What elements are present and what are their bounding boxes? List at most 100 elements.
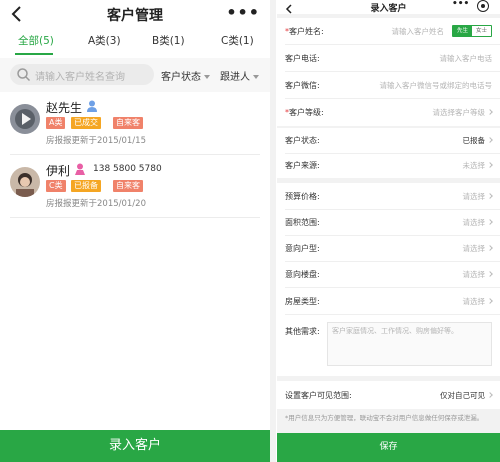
name-field[interactable]: 请输入客户姓名 <box>392 26 445 37</box>
top-nav-bar: 客户管理 ••• <box>0 0 270 30</box>
more-dots-icon[interactable]: ••• <box>226 3 260 22</box>
house-type-row[interactable]: 房屋类型: 请选择 <box>277 288 500 315</box>
customer-name: 伊利 <box>46 164 71 178</box>
search-placeholder: 请输入客户姓名查询 <box>35 72 125 83</box>
customer-phone: 138 5800 5780 <box>93 164 162 174</box>
budget-row[interactable]: 预算价格: 请选择 <box>277 183 500 210</box>
level-select[interactable]: 请选择客户等级 <box>433 107 493 118</box>
chevron-right-icon <box>487 245 493 251</box>
status-badge: 已成交 <box>71 117 101 129</box>
name-row: *客户姓名: 请输入客户姓名 先生 女士 <box>277 18 500 45</box>
follower-filter-dropdown[interactable]: 跟进人 <box>220 68 259 83</box>
tab-all[interactable]: 全部(5) <box>18 33 54 48</box>
layout-select[interactable]: 请选择 <box>463 243 493 254</box>
divider <box>10 217 260 218</box>
house-type-select[interactable]: 请选择 <box>463 296 493 307</box>
phone-field[interactable]: 请输入客户电话 <box>440 53 493 64</box>
status-label: 客户状态: <box>285 136 320 145</box>
other-needs-textarea[interactable]: 客户家庭情况、工作情况、购房偏好等。 <box>327 322 492 366</box>
budget-label: 预算价格: <box>285 192 320 201</box>
chevron-right-icon <box>487 298 493 304</box>
phone-row: 客户电话: 请输入客户电话 <box>277 45 500 72</box>
chevron-right-icon <box>487 392 493 398</box>
property-row[interactable]: 意向楼盘: 请选择 <box>277 261 500 288</box>
layout-row[interactable]: 意向户型: 请选择 <box>277 235 500 262</box>
avatar-image <box>10 104 40 134</box>
name-label: *客户姓名: <box>285 27 324 36</box>
search-input[interactable]: 请输入客户姓名查询 <box>10 64 154 85</box>
tab-class-c[interactable]: C类(1) <box>221 33 254 48</box>
add-customer-button[interactable]: 录入客户 <box>0 430 270 462</box>
area-label: 面积范围: <box>285 218 320 227</box>
status-row[interactable]: 客户状态: 已报备 <box>277 127 500 154</box>
status-select[interactable]: 已报备 <box>463 135 493 146</box>
gender-male-option[interactable]: 先生 <box>453 26 472 36</box>
customer-card[interactable]: 赵先生 A类 已成交 自来客 房报报更新于2015/01/15 <box>0 93 270 155</box>
update-date: 房报报更新于2015/01/20 <box>46 199 146 209</box>
chevron-right-icon <box>487 137 493 143</box>
other-needs-label: 其他需求: <box>285 327 320 336</box>
level-row[interactable]: *客户等级: 请选择客户等级 <box>277 99 500 126</box>
category-tabs: 全部(5) A类(3) B类(1) C类(1) <box>0 33 270 55</box>
status-filter-dropdown[interactable]: 客户状态 <box>161 68 210 83</box>
area-select[interactable]: 请选择 <box>463 217 493 228</box>
filter-bar: 请输入客户姓名查询 客户状态 跟进人 <box>0 58 270 92</box>
male-icon <box>87 100 97 112</box>
visibility-select[interactable]: 仅对自己可见 <box>440 390 493 401</box>
avatar <box>10 167 40 197</box>
top-nav-bar: 录入客户 ••• <box>277 0 500 14</box>
source-select[interactable]: 未选择 <box>463 160 493 171</box>
source-label: 客户来源: <box>285 161 320 170</box>
source-badge: 自来客 <box>113 117 143 129</box>
source-badge: 自来客 <box>113 180 143 192</box>
female-icon <box>75 163 85 175</box>
status-badge: 已报备 <box>71 180 101 192</box>
level-label: *客户等级: <box>285 108 324 117</box>
app-root: 客户管理 ••• 全部(5) A类(3) B类(1) C类(1) 请输入客户姓名… <box>0 0 500 462</box>
divider <box>10 154 260 155</box>
gender-female-option[interactable]: 女士 <box>472 26 491 36</box>
wechat-label: 客户微信: <box>285 81 320 90</box>
add-customer-screen: 录入客户 ••• *客户姓名: 请输入客户姓名 先生 女士 客户电话: 请输入客… <box>277 0 500 462</box>
divider <box>285 314 500 315</box>
dropdown-caret-icon <box>253 75 259 79</box>
chevron-right-icon <box>487 193 493 199</box>
wechat-field[interactable]: 请输入客户微信号或绑定的电话号 <box>380 80 493 91</box>
property-label: 意向楼盘: <box>285 270 320 279</box>
visibility-row[interactable]: 设置客户可见范围: 仅对自己可见 <box>277 381 500 409</box>
phone-label: 客户电话: <box>285 54 320 63</box>
update-date: 房报报更新于2015/01/15 <box>46 136 146 146</box>
gender-toggle[interactable]: 先生 女士 <box>452 25 492 37</box>
chevron-right-icon <box>487 271 493 277</box>
visibility-label: 设置客户可见范围: <box>285 391 352 400</box>
chevron-right-icon <box>487 162 493 168</box>
panel-divider <box>270 0 276 462</box>
budget-select[interactable]: 请选择 <box>463 191 493 202</box>
class-badge: C类 <box>46 180 66 192</box>
search-icon <box>17 68 31 82</box>
customer-name: 赵先生 <box>46 101 83 115</box>
avatar <box>10 104 40 134</box>
chevron-right-icon <box>487 219 493 225</box>
layout-label: 意向户型: <box>285 244 320 253</box>
active-tab-indicator <box>15 53 53 55</box>
customer-management-screen: 客户管理 ••• 全部(5) A类(3) B类(1) C类(1) 请输入客户姓名… <box>0 0 270 462</box>
chevron-right-icon <box>487 109 493 115</box>
dropdown-caret-icon <box>204 75 210 79</box>
target-icon[interactable] <box>477 0 489 12</box>
privacy-note: *用户信息只为方便管理，联动宝不会对用户信息做任何保存或泄漏。 <box>277 409 500 433</box>
tab-class-b[interactable]: B类(1) <box>152 33 185 48</box>
tab-class-a[interactable]: A类(3) <box>88 33 121 48</box>
more-dots-icon[interactable]: ••• <box>452 0 469 9</box>
other-needs-row: 其他需求: 客户家庭情况、工作情况、购房偏好等。 <box>277 318 500 372</box>
area-row[interactable]: 面积范围: 请选择 <box>277 209 500 236</box>
customer-card[interactable]: 伊利 138 5800 5780 C类 已报备 自来客 房报报更新于2015/0… <box>0 156 270 218</box>
save-button[interactable]: 保存 <box>277 433 500 462</box>
avatar-image <box>10 167 40 197</box>
wechat-row: 客户微信: 请输入客户微信号或绑定的电话号 <box>277 72 500 99</box>
status-filter-label: 客户状态 <box>161 72 201 83</box>
house-type-label: 房屋类型: <box>285 297 320 306</box>
source-row[interactable]: 客户来源: 未选择 <box>277 152 500 179</box>
property-select[interactable]: 请选择 <box>463 269 493 280</box>
follower-filter-label: 跟进人 <box>220 72 250 83</box>
